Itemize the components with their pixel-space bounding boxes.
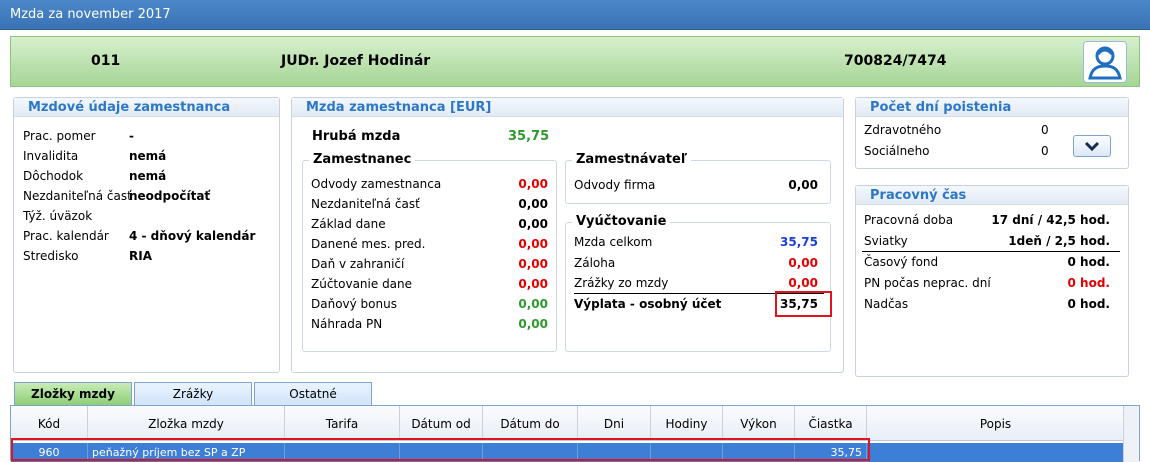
field-label: Nadčas xyxy=(864,297,909,311)
tab-zlozky-mzdy[interactable]: Zložky mzdy xyxy=(14,382,132,406)
field-value: 0,00 xyxy=(788,178,818,192)
field-value: 35,75 xyxy=(780,235,818,249)
field-label: Stredisko xyxy=(23,249,79,263)
employee-group: Zamestnanec Odvody zamestnanca 0,00 Nezd… xyxy=(302,152,557,352)
field-value: neodpočítať xyxy=(129,189,211,203)
column-header-hodiny[interactable]: Hodiny xyxy=(651,406,723,441)
field-value: - xyxy=(129,129,134,143)
field-label: PN počas neprac. dní xyxy=(864,276,991,290)
column-header-vykon[interactable]: Výkon xyxy=(723,406,795,441)
field-label: Prac. kalendár xyxy=(23,229,109,243)
user-icon[interactable] xyxy=(1083,41,1127,83)
payout-highlight-box xyxy=(775,291,832,317)
tab-zrazky[interactable]: Zrážky xyxy=(134,382,252,406)
column-header-ciastka[interactable]: Čiastka xyxy=(795,406,867,441)
gross-salary-label: Hrubá mzda xyxy=(312,129,401,144)
gross-salary-value: 35,75 xyxy=(508,129,550,144)
employee-code: 011 xyxy=(91,53,121,69)
column-header-zlozka[interactable]: Zložka mzdy xyxy=(88,406,285,441)
field-value: 0 hod. xyxy=(1067,276,1110,290)
field-value: 0 hod. xyxy=(1067,255,1110,269)
field-label: Týž. úväzok xyxy=(23,209,93,223)
employee-birth-number: 700824/7474 xyxy=(844,53,947,69)
insurance-days-panel: Počet dní poistenia Zdravotného 0 Sociál… xyxy=(855,97,1129,169)
field-label: Nezdaniteľná časť xyxy=(311,197,420,211)
column-header-popis[interactable]: Popis xyxy=(867,406,1124,441)
divider xyxy=(862,251,1120,252)
field-label: Dôchodok xyxy=(23,169,84,183)
field-value: 0,00 xyxy=(518,217,548,231)
field-value: 4 - dňový kalendár xyxy=(129,229,256,243)
field-label: Daň v zahraničí xyxy=(311,257,405,271)
field-label: Zúčtovanie dane xyxy=(311,277,413,291)
field-label: Mzda celkom xyxy=(574,235,653,249)
field-value: nemá xyxy=(129,169,167,183)
field-value: 0 xyxy=(1041,144,1049,158)
tab-label: Zrážky xyxy=(172,387,214,401)
field-value: 0,00 xyxy=(518,297,548,311)
field-label: Nezdaniteľná časť xyxy=(23,189,132,203)
employee-header: 011 JUDr. Jozef Hodinár 700824/7474 xyxy=(10,36,1140,87)
table-header: Kód Zložka mzdy Tarifa Dátum od Dátum do… xyxy=(11,406,1124,441)
column-header-datum-do[interactable]: Dátum do xyxy=(483,406,578,441)
field-value: 0,00 xyxy=(518,317,548,331)
window-title: Mzda za november 2017 xyxy=(10,7,171,22)
vertical-scrollbar[interactable] xyxy=(1123,406,1139,462)
field-value: 0 xyxy=(1041,123,1049,137)
field-value: 0,00 xyxy=(788,256,818,270)
chevron-down-icon[interactable] xyxy=(1073,135,1111,157)
field-label: Danené mes. pred. xyxy=(311,237,426,251)
panel-title: Počet dní poistenia xyxy=(856,98,1128,117)
field-value: 1deň / 2,5 hod. xyxy=(1008,234,1110,248)
field-label: Záloha xyxy=(574,256,616,270)
settlement-group: Vyúčtovanie Mzda celkom 35,75 Záloha 0,0… xyxy=(565,214,832,352)
field-label: Náhrada PN xyxy=(311,317,383,331)
column-header-dni[interactable]: Dni xyxy=(578,406,651,441)
field-label: Zrážky zo mzdy xyxy=(574,276,669,290)
field-value: 0,00 xyxy=(518,197,548,211)
group-title: Vyúčtovanie xyxy=(572,214,671,229)
field-label: Sociálneho xyxy=(864,144,930,158)
tab-label: Ostatné xyxy=(289,387,337,401)
field-label: Sviatky xyxy=(864,234,908,248)
tab-ostatne[interactable]: Ostatné xyxy=(254,382,372,406)
field-label: Odvody zamestnanca xyxy=(311,177,442,191)
field-label: Zdravotného xyxy=(864,123,942,137)
field-label: Časový fond xyxy=(864,255,939,269)
group-title: Zamestnanec xyxy=(309,152,416,167)
column-header-datum-od[interactable]: Dátum od xyxy=(400,406,483,441)
field-label: Daňový bonus xyxy=(311,297,397,311)
field-value: 0,00 xyxy=(518,177,548,191)
field-value: 0,00 xyxy=(518,237,548,251)
cell-popis xyxy=(867,443,1124,462)
employee-payroll-data-panel: Mzdové údaje zamestnanca Prac. pomer - I… xyxy=(13,97,280,373)
panel-title: Mzda zamestnanca [EUR] xyxy=(292,98,843,117)
field-value: nemá xyxy=(129,149,167,163)
salary-panel: Mzda zamestnanca [EUR] Hrubá mzda 35,75 … xyxy=(291,97,844,373)
employer-group: Zamestnávateľ Odvody firma 0,00 xyxy=(565,152,831,204)
field-value: 0,00 xyxy=(518,277,548,291)
field-value: 0,00 xyxy=(518,257,548,271)
column-header-tarifa[interactable]: Tarifa xyxy=(285,406,400,441)
field-value: 0,00 xyxy=(788,276,818,290)
field-label: Základ dane xyxy=(311,217,386,231)
field-label: Odvody firma xyxy=(574,178,656,192)
panel-title: Mzdové údaje zamestnanca xyxy=(14,98,279,117)
field-value: RIA xyxy=(129,249,152,263)
field-value: 17 dní / 42,5 hod. xyxy=(991,213,1110,227)
working-time-panel: Pracovný čas Pracovná doba 17 dní / 42,5… xyxy=(855,185,1129,377)
employee-name: JUDr. Jozef Hodinár xyxy=(281,53,431,69)
field-label: Pracovná doba xyxy=(864,213,954,227)
field-label: Prac. pomer xyxy=(23,129,96,143)
panel-title: Pracovný čas xyxy=(856,186,1128,205)
field-value: 0 hod. xyxy=(1067,297,1110,311)
tab-label: Zložky mzdy xyxy=(31,387,115,401)
window-title-bar: Mzda za november 2017 xyxy=(0,0,1150,30)
column-header-kod[interactable]: Kód xyxy=(11,406,88,441)
payout-label: Výplata - osobný účet xyxy=(574,297,722,311)
selected-row-highlight-box xyxy=(11,438,870,461)
field-label: Invalidita xyxy=(23,149,79,163)
group-title: Zamestnávateľ xyxy=(572,152,692,167)
